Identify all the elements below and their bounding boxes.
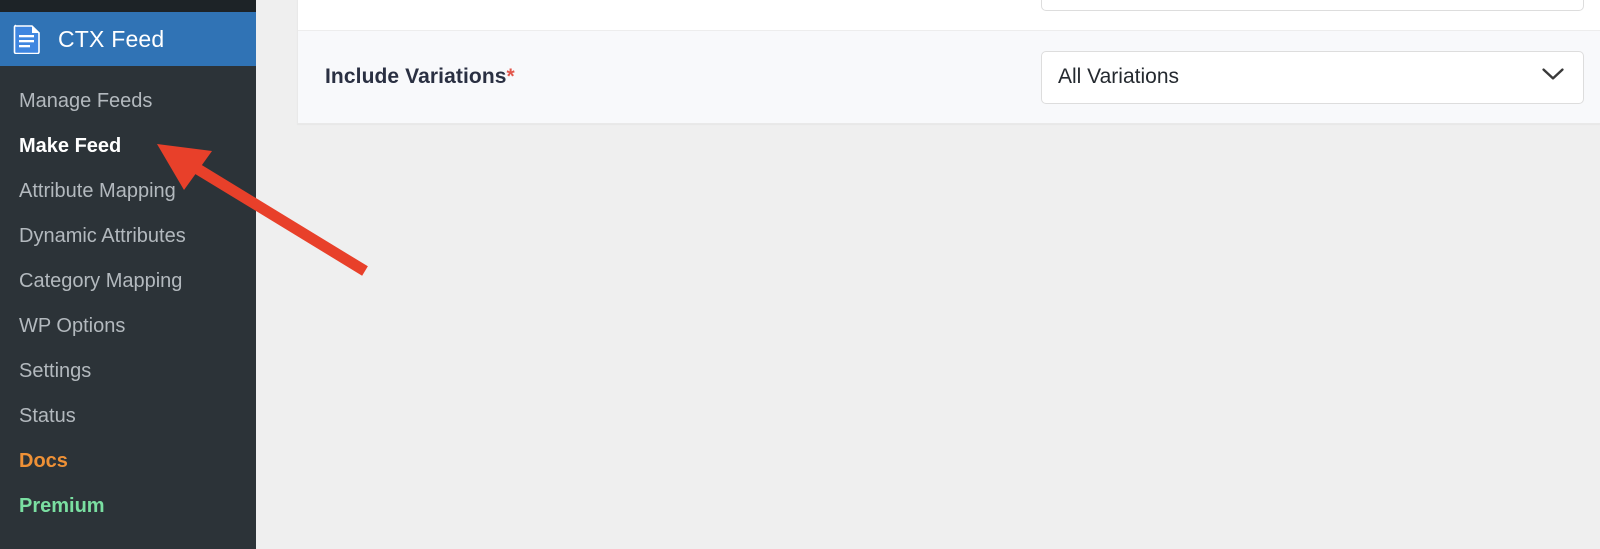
sidebar-item-label: Settings <box>19 359 92 382</box>
sidebar-item-status[interactable]: Status <box>0 393 256 438</box>
required-asterisk: * <box>506 65 515 88</box>
sidebar-item-label: Premium <box>19 494 105 517</box>
include-variations-label-text: Include Variations <box>325 65 507 88</box>
sidebar-item-label: WP Options <box>19 314 126 337</box>
sidebar-item-wp-options[interactable]: WP Options <box>0 303 256 348</box>
sidebar-item-label: Manage Feeds <box>19 89 153 112</box>
sidebar-menu: Manage Feeds Make Feed Attribute Mapping… <box>0 66 256 528</box>
sidebar-item-label: Docs <box>19 449 68 472</box>
file-type-select-wrap: Select File Type <box>1041 0 1584 11</box>
sidebar-item-dynamic-attributes[interactable]: Dynamic Attributes <box>0 213 256 258</box>
form-row-include-variations: Include Variations* All Variations <box>298 31 1600 123</box>
file-type-select[interactable]: Select File Type <box>1041 0 1584 11</box>
sidebar-item-make-feed[interactable]: Make Feed <box>0 123 256 168</box>
sidebar-item-label: Make Feed <box>19 134 122 157</box>
sidebar-brand[interactable]: CTX Feed <box>0 12 256 66</box>
sidebar-item-category-mapping[interactable]: Category Mapping <box>0 258 256 303</box>
form-row-file-type: File Type * Select File Type <box>298 0 1600 30</box>
sidebar-item-manage-feeds[interactable]: Manage Feeds <box>0 78 256 123</box>
brand-title: CTX Feed <box>58 25 165 52</box>
screen-root: CTX Feed Manage Feeds Make Feed Attribut… <box>0 0 1600 549</box>
sidebar-item-settings[interactable]: Settings <box>0 348 256 393</box>
sidebar-item-premium[interactable]: Premium <box>0 483 256 528</box>
sidebar-item-docs[interactable]: Docs <box>0 438 256 483</box>
feed-settings-card: File Type * Select File Type <box>297 0 1600 124</box>
sidebar-item-label: Status <box>19 404 76 427</box>
include-variations-select-value: All Variations <box>1058 65 1179 88</box>
include-variations-select-wrap: All Variations <box>1041 50 1584 104</box>
sidebar-item-attribute-mapping[interactable]: Attribute Mapping <box>0 168 256 213</box>
include-variations-select[interactable]: All Variations <box>1041 50 1584 104</box>
sidebar: CTX Feed Manage Feeds Make Feed Attribut… <box>0 12 256 549</box>
document-icon <box>13 24 41 54</box>
main-content: File Type * Select File Type <box>256 0 1600 549</box>
sidebar-item-label: Dynamic Attributes <box>19 224 186 247</box>
sidebar-item-label: Category Mapping <box>19 269 183 292</box>
admin-topbar <box>0 0 256 12</box>
include-variations-label: Include Variations* <box>325 65 1041 89</box>
sidebar-active-notch <box>236 12 256 66</box>
sidebar-item-label: Attribute Mapping <box>19 179 176 202</box>
